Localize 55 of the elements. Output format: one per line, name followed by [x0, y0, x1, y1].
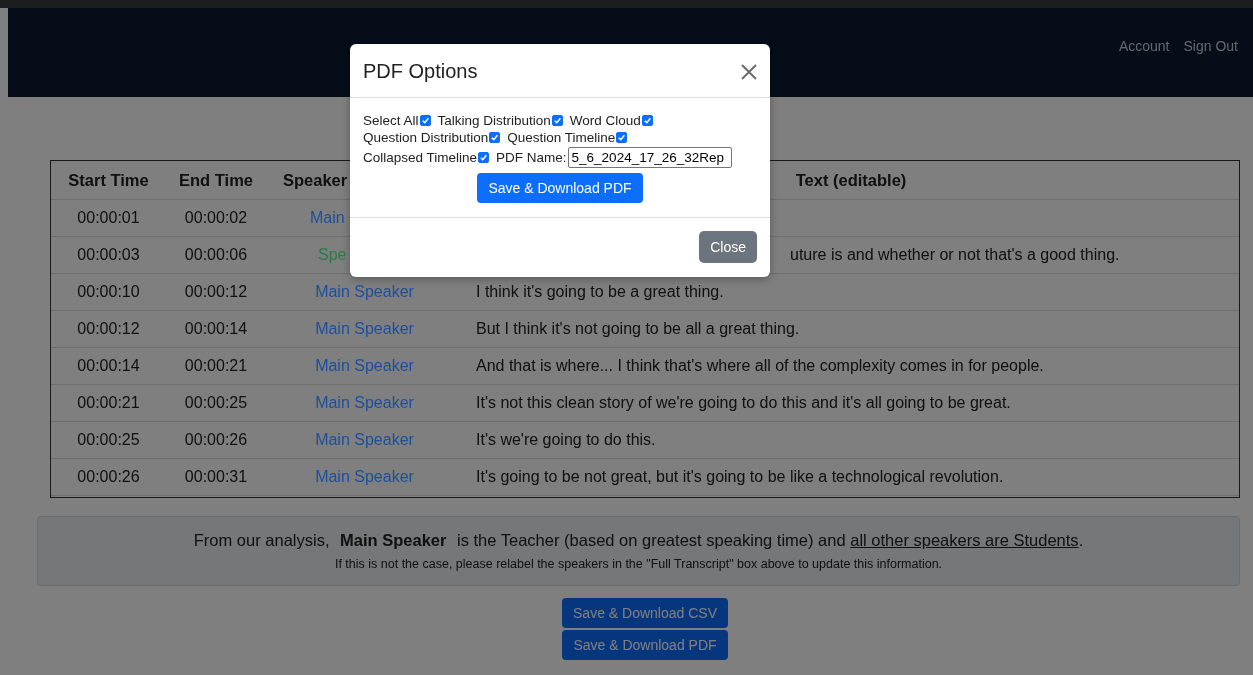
close-button[interactable]: Close — [699, 231, 757, 263]
speaker-link[interactable]: Main Speaker — [315, 431, 414, 448]
dialog-title: PDF Options — [363, 60, 478, 83]
students-link[interactable]: all other speakers are Students — [850, 531, 1079, 549]
nav-link[interactable]: Account — [1118, 37, 1170, 54]
checkbox[interactable] — [489, 132, 501, 143]
speaker-link[interactable]: Main Speaker — [315, 320, 414, 337]
speaker-link[interactable]: Main Speaker — [315, 468, 414, 485]
table-cell: 00:00:14 — [184, 320, 248, 337]
speaker-link[interactable]: Main Speaker — [315, 357, 414, 374]
table-cell: 00:00:06 — [184, 246, 248, 263]
table-cell: 00:00:10 — [77, 283, 140, 300]
download-button[interactable]: Save & Download PDF — [562, 630, 728, 660]
transcript-text[interactable]: It's we're going to do this. — [476, 431, 656, 448]
transcript-text[interactable]: It's going to be not great, but it's going to be like a technological revolution. — [476, 468, 1004, 485]
checkbox[interactable] — [641, 115, 653, 126]
table-cell: 00:00:21 — [184, 357, 248, 374]
checkbox[interactable] — [419, 115, 431, 126]
checkbox[interactable] — [616, 132, 628, 143]
pdf-name-input[interactable]: 5_6_2024_17_26_32Rep — [567, 147, 732, 168]
speaker-link[interactable]: Main Speaker — [315, 394, 414, 411]
table-cell: 00:00:12 — [77, 320, 140, 337]
speaker-link[interactable]: Main Speaker — [315, 283, 414, 300]
table-cell: 00:00:02 — [184, 209, 248, 226]
option-label: Question Timeline — [507, 130, 616, 145]
table-cell: 00:00:26 — [77, 468, 140, 485]
transcript-text[interactable]: But I think it's not going to be all a great thing. — [476, 320, 800, 337]
save-pdf-button[interactable]: Save & Download PDF — [477, 173, 643, 203]
transcript-text[interactable]: And that is where... I think that's where all of the complexity comes in for people. — [476, 357, 1044, 374]
table-cell: 00:00:31 — [184, 468, 248, 485]
column-header: End Time — [166, 161, 266, 200]
transcript-text[interactable]: I think it's going to be a great thing. — [476, 283, 724, 300]
table-cell: 00:00:25 — [184, 394, 248, 411]
option-label: Talking Distribution — [437, 113, 551, 128]
speaker-link[interactable]: Main — [310, 209, 345, 226]
table-cell: 00:00:26 — [184, 431, 248, 448]
close-icon[interactable] — [740, 62, 758, 81]
table-cell: 00:00:21 — [77, 394, 140, 411]
analysis-sentence: From our analysis, Main Speaker is the Teacher (based on greatest speaking time) and all other speakers are Students. — [192, 531, 1085, 550]
table-cell: 00:00:03 — [77, 246, 140, 263]
option-label: Select All — [363, 113, 419, 128]
transcript-text[interactable]: It's not this clean story of we're going to do this and it's all going to be great. — [476, 394, 1011, 411]
table-cell: 00:00:14 — [77, 357, 140, 374]
checkbox[interactable] — [478, 152, 490, 163]
table-cell: 00:00:25 — [77, 431, 140, 448]
option-label: Word Cloud — [569, 113, 641, 128]
checkbox[interactable] — [551, 115, 563, 126]
option-label: Question Distribution — [363, 130, 489, 145]
transcript-text[interactable]: uture is and whether or not that's a good thing. — [790, 246, 1120, 263]
analysis-note: If this is not the case, please relabel the speakers in the "Full Transcript" box above to update this information. — [333, 557, 944, 571]
download-button[interactable]: Save & Download CSV — [562, 598, 728, 628]
table-cell: 00:00:01 — [77, 209, 140, 226]
nav-link[interactable]: Sign Out — [1183, 37, 1238, 54]
column-header: Start Time — [51, 161, 166, 200]
table-cell: 00:00:12 — [184, 283, 248, 300]
